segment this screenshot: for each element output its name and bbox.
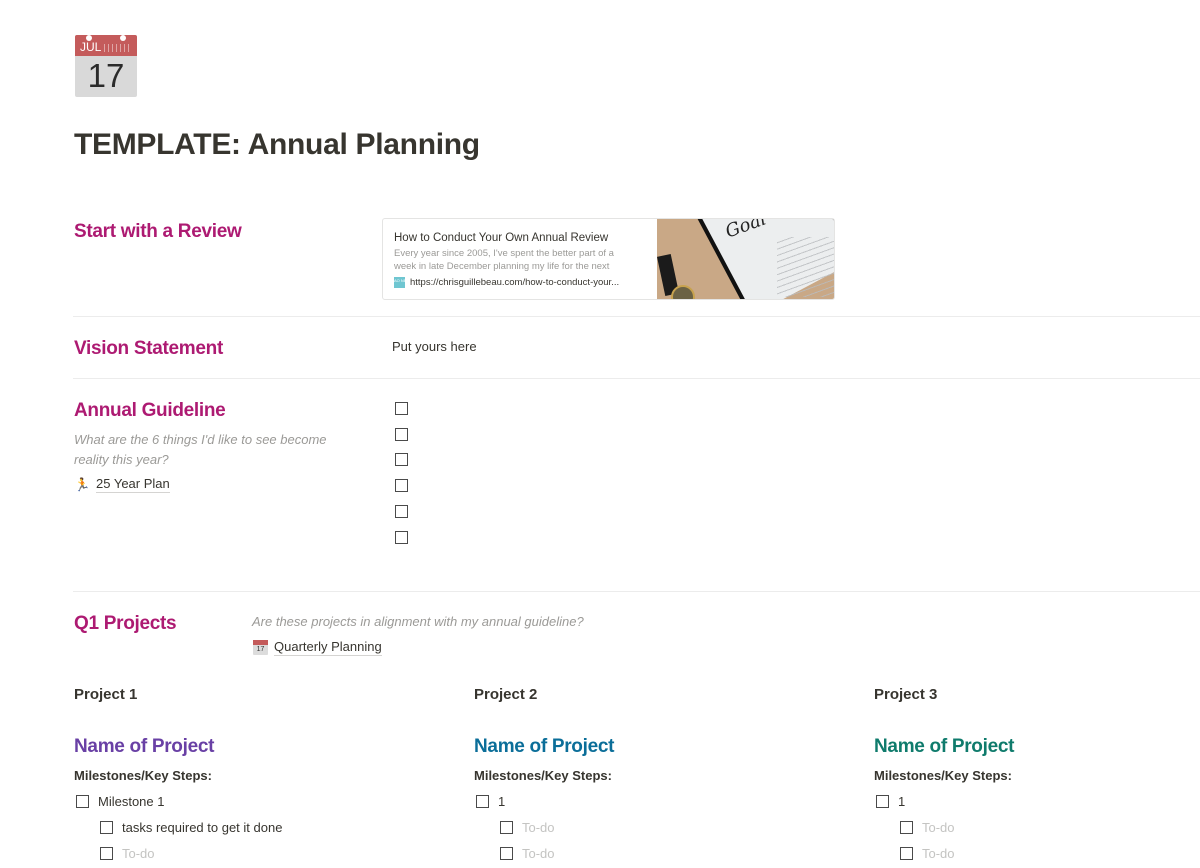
project-2-name[interactable]: Name of Project xyxy=(474,736,614,758)
calendar-ring xyxy=(120,35,126,41)
guideline-checkbox-3[interactable] xyxy=(395,453,408,466)
todo-label[interactable]: tasks required to get it done xyxy=(122,820,282,835)
favicon-icon: AO NE xyxy=(394,277,406,288)
project-3-milestones-label: Milestones/Key Steps: xyxy=(874,768,1012,783)
todo-placeholder[interactable]: To-do xyxy=(522,820,555,835)
calendar-icon: 17 xyxy=(253,640,268,655)
bookmark-url: AO NE https://chrisguillebeau.com/how-to… xyxy=(394,277,646,288)
checkbox[interactable] xyxy=(900,821,913,834)
page-link-label: 25 Year Plan xyxy=(96,476,170,493)
calendar-day: 17 xyxy=(87,57,125,94)
guideline-prompt[interactable]: What are the 6 things I'd like to see be… xyxy=(74,430,327,470)
vision-heading[interactable]: Vision Statement xyxy=(74,338,223,360)
guideline-checkbox-6[interactable] xyxy=(395,531,408,544)
guideline-prompt-line: reality this year? xyxy=(74,452,169,467)
project-1-task[interactable]: To-do xyxy=(100,846,155,861)
project-3-task[interactable]: To-do xyxy=(900,846,955,861)
project-1-task[interactable]: tasks required to get it done xyxy=(100,820,282,835)
project-1-milestones-label: Milestones/Key Steps: xyxy=(74,768,212,783)
project-3-task[interactable]: To-do xyxy=(900,820,955,835)
project-2-milestones-label: Milestones/Key Steps: xyxy=(474,768,612,783)
calendar-day: 17 xyxy=(256,646,265,653)
page-link-label: Quarterly Planning xyxy=(274,639,382,656)
bookmark-title: How to Conduct Your Own Annual Review xyxy=(394,232,609,244)
divider xyxy=(73,591,1200,592)
project-2-task[interactable]: To-do xyxy=(500,846,555,861)
todo-placeholder[interactable]: To-do xyxy=(922,820,955,835)
checkbox[interactable] xyxy=(76,795,89,808)
project-3-label[interactable]: Project 3 xyxy=(874,686,937,703)
checkbox[interactable] xyxy=(900,847,913,860)
calendar-month: JUL xyxy=(80,40,102,54)
todo-label[interactable]: Milestone 1 xyxy=(98,794,164,809)
bookmark-description-line: Every year since 2005, I've spent the be… xyxy=(394,248,614,259)
todo-label[interactable]: 1 xyxy=(898,794,905,809)
checkbox[interactable] xyxy=(100,847,113,860)
bookmark-url-text: https://chrisguillebeau.com/how-to-condu… xyxy=(410,277,620,288)
project-1-label[interactable]: Project 1 xyxy=(74,686,137,703)
project-3-name[interactable]: Name of Project xyxy=(874,736,1014,758)
q1-heading[interactable]: Q1 Projects xyxy=(74,613,177,635)
bookmark-description-line: week in late December planning my life f… xyxy=(394,261,610,272)
todo-placeholder[interactable]: To-do xyxy=(122,846,155,861)
project-2-milestone[interactable]: 1 xyxy=(476,794,505,809)
notion-page: JUL 17 TEMPLATE: Annual Planning Start w… xyxy=(0,0,1200,868)
divider xyxy=(73,316,1200,317)
bookmark-card[interactable]: How to Conduct Your Own Annual Review Ev… xyxy=(382,218,835,300)
guideline-checkbox-5[interactable] xyxy=(395,505,408,518)
divider xyxy=(73,378,1200,379)
calendar-icon[interactable]: JUL 17 xyxy=(75,35,137,97)
todo-placeholder[interactable]: To-do xyxy=(522,846,555,861)
review-heading[interactable]: Start with a Review xyxy=(74,221,242,243)
todo-placeholder[interactable]: To-do xyxy=(922,846,955,861)
guideline-checkbox-2[interactable] xyxy=(395,428,408,441)
project-3-milestone[interactable]: 1 xyxy=(876,794,905,809)
guideline-heading[interactable]: Annual Guideline xyxy=(74,400,226,422)
runner-icon: 🏃 xyxy=(74,476,91,492)
page-link-25-year-plan[interactable]: 🏃 25 Year Plan xyxy=(74,476,170,493)
page-title[interactable]: TEMPLATE: Annual Planning xyxy=(74,128,480,162)
project-2-label[interactable]: Project 2 xyxy=(474,686,537,703)
checkbox[interactable] xyxy=(500,847,513,860)
q1-prompt[interactable]: Are these projects in alignment with my … xyxy=(252,612,584,632)
checkbox[interactable] xyxy=(476,795,489,808)
page-link-quarterly-planning[interactable]: 17 Quarterly Planning xyxy=(253,639,382,656)
guideline-prompt-line: What are the 6 things I'd like to see be… xyxy=(74,432,327,447)
calendar-grid xyxy=(104,44,132,52)
project-1-milestone[interactable]: Milestone 1 xyxy=(76,794,164,809)
checkbox[interactable] xyxy=(876,795,889,808)
guideline-checkbox-4[interactable] xyxy=(395,479,408,492)
bookmark-thumbnail: Goal xyxy=(657,219,834,299)
todo-label[interactable]: 1 xyxy=(498,794,505,809)
bookmark-text: How to Conduct Your Own Annual Review Ev… xyxy=(383,219,657,299)
thumbnail-watch-face xyxy=(671,285,695,299)
checkbox[interactable] xyxy=(100,821,113,834)
thumbnail-lines xyxy=(777,237,834,297)
vision-value[interactable]: Put yours here xyxy=(392,339,477,354)
project-2-task[interactable]: To-do xyxy=(500,820,555,835)
checkbox[interactable] xyxy=(500,821,513,834)
project-1-name[interactable]: Name of Project xyxy=(74,736,214,758)
guideline-checkbox-1[interactable] xyxy=(395,402,408,415)
bookmark-description: Every year since 2005, I've spent the be… xyxy=(394,247,646,273)
